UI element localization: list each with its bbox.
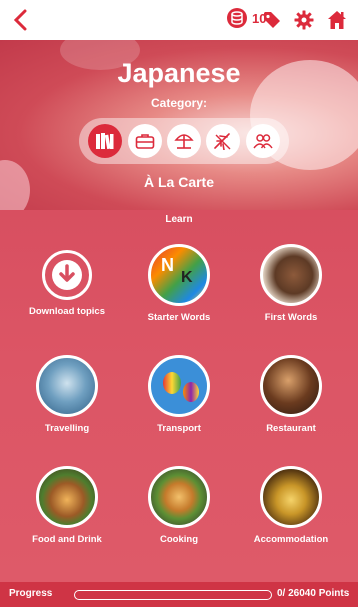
hot-air-balloons-image (148, 355, 210, 417)
progress-points: 0/ 26040 Points (277, 588, 350, 599)
tile-first-words[interactable]: First Words (236, 244, 346, 323)
topics-panel: Learn Download topics N K Starter Words … (0, 210, 358, 582)
progress-label: Progress (9, 588, 53, 599)
tile-label: Download topics (29, 306, 105, 317)
airplane-icon (214, 133, 231, 150)
people-icon (253, 134, 273, 149)
category-label: Category: (150, 96, 207, 110)
section-label: Learn (165, 214, 193, 225)
beach-umbrella-icon (174, 134, 194, 149)
tile-label: Transport (157, 423, 201, 434)
tile-label: Travelling (44, 423, 90, 434)
chevron-left-icon (13, 9, 27, 31)
tile-starter-words[interactable]: N K Starter Words (124, 244, 234, 323)
settings-button[interactable] (293, 9, 315, 31)
tile-food-and-drink[interactable]: Food and Drink (12, 466, 122, 545)
compass-map-image (36, 355, 98, 417)
tile-label: Accommodation (253, 534, 329, 545)
service-bell-image (260, 466, 322, 528)
tile-transport[interactable]: Transport (124, 355, 234, 434)
cooked-dish-image (148, 466, 210, 528)
tile-label: Starter Words (147, 312, 211, 323)
language-title: Japanese (117, 58, 241, 88)
tile-travelling[interactable]: Travelling (12, 355, 122, 434)
download-icon (42, 250, 92, 300)
waiter-wine-image (260, 355, 322, 417)
burger-image (36, 466, 98, 528)
category-selector (79, 118, 289, 164)
top-bar: 10 (0, 0, 358, 40)
category-business-button[interactable] (127, 124, 162, 158)
home-icon (328, 11, 346, 29)
category-holiday-button[interactable] (166, 124, 201, 158)
tile-cooking[interactable]: Cooking (124, 466, 234, 545)
letter-blocks-image: N K (148, 244, 210, 306)
progress-bar: Progress 0/ 26040 Points (0, 582, 358, 607)
briefcase-icon (135, 134, 154, 149)
selected-category-title: À La Carte (143, 174, 215, 190)
tile-label: Food and Drink (32, 534, 102, 545)
books-icon (96, 133, 114, 150)
tag-button[interactable] (261, 9, 283, 31)
gear-icon (294, 10, 314, 30)
tag-icon (264, 12, 280, 28)
tile-download-topics[interactable]: Download topics (12, 244, 122, 317)
baby-image (260, 244, 322, 306)
tile-accommodation[interactable]: Accommodation (236, 466, 346, 545)
category-alacarte-button[interactable] (88, 124, 123, 158)
category-travel-button[interactable] (206, 124, 241, 158)
progress-track (74, 590, 272, 600)
tile-label: Restaurant (266, 423, 316, 434)
tile-restaurant[interactable]: Restaurant (236, 355, 346, 434)
tile-label: First Words (264, 312, 318, 323)
back-button[interactable] (8, 8, 32, 32)
category-social-button[interactable] (245, 124, 280, 158)
tile-label: Cooking (160, 534, 198, 545)
home-button[interactable] (326, 9, 348, 31)
coin-icon (227, 8, 247, 28)
